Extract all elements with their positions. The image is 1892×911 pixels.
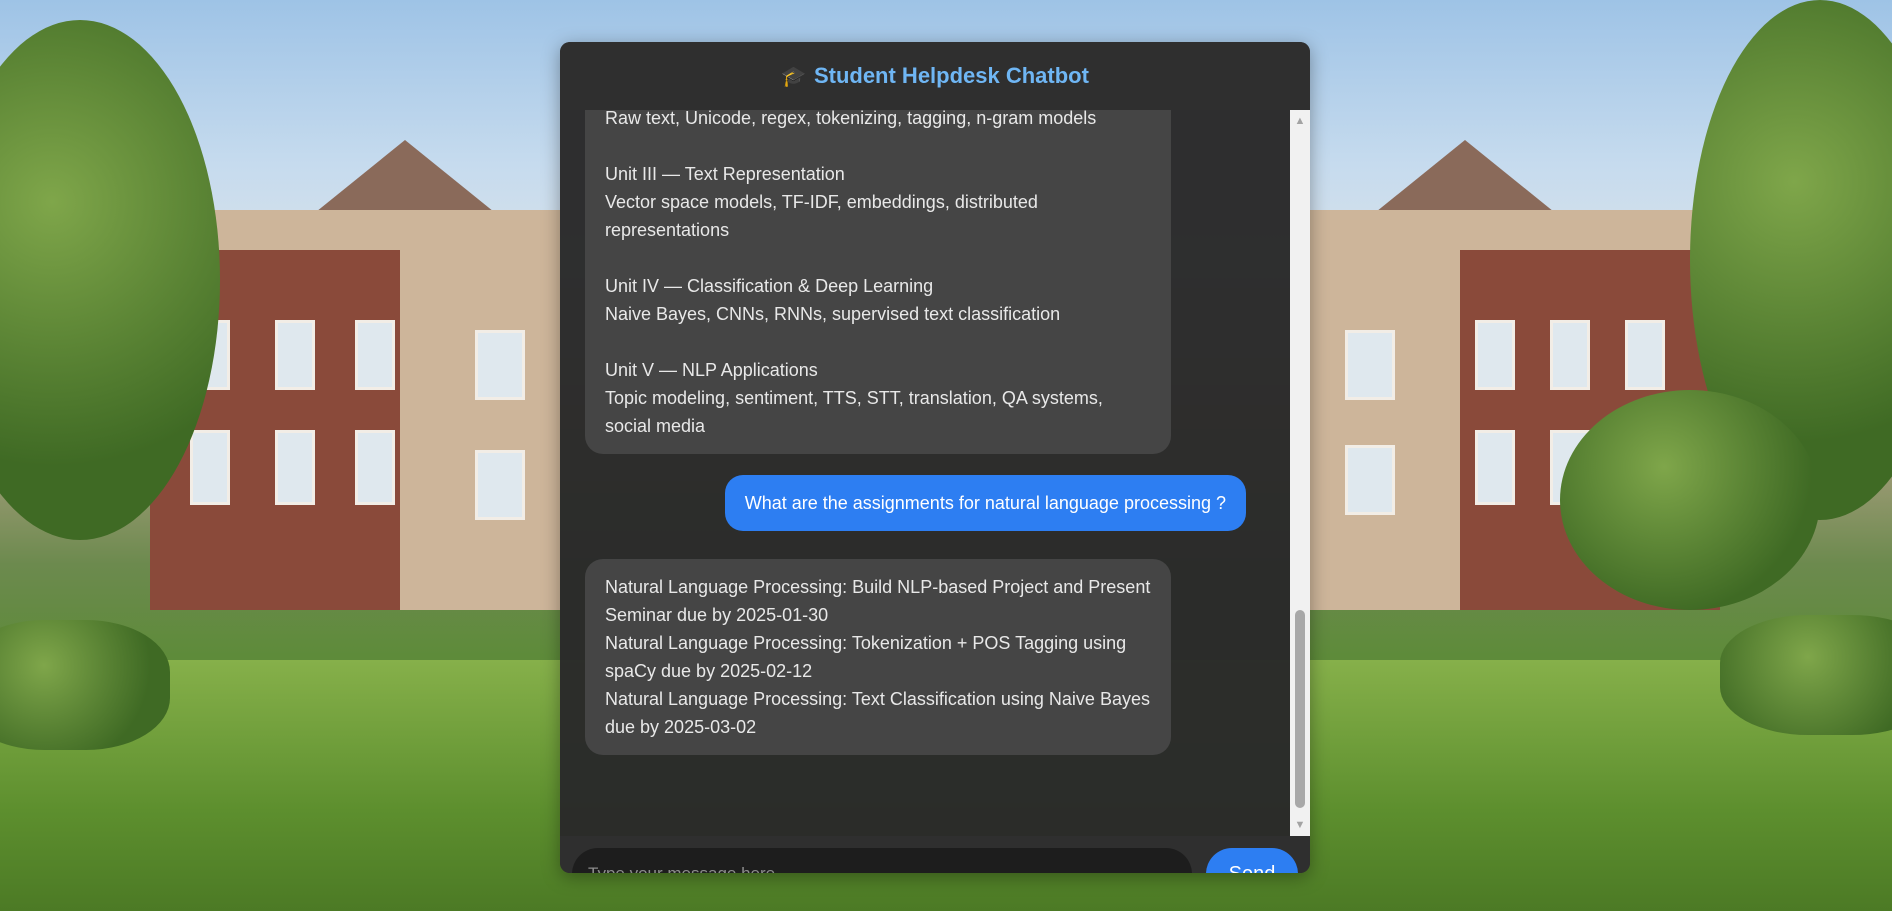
scrollbar[interactable]: ▲ ▼ bbox=[1290, 110, 1310, 836]
scroll-up-arrow-icon[interactable]: ▲ bbox=[1290, 112, 1310, 130]
bot-message: Raw text, Unicode, regex, tokenizing, ta… bbox=[585, 110, 1171, 454]
send-button[interactable]: Send bbox=[1206, 848, 1298, 873]
input-bar: Send bbox=[560, 836, 1310, 873]
chat-window: 🎓 Student Helpdesk Chatbot Raw text, Uni… bbox=[560, 42, 1310, 873]
graduation-cap-icon: 🎓 bbox=[781, 65, 806, 88]
scroll-down-arrow-icon[interactable]: ▼ bbox=[1290, 816, 1310, 834]
message-list[interactable]: Raw text, Unicode, regex, tokenizing, ta… bbox=[560, 110, 1310, 836]
scrollbar-thumb[interactable] bbox=[1295, 610, 1305, 808]
chat-title: Student Helpdesk Chatbot bbox=[813, 63, 1089, 88]
chat-header: 🎓 Student Helpdesk Chatbot bbox=[560, 42, 1310, 110]
message-input[interactable] bbox=[572, 848, 1192, 873]
bot-message: Natural Language Processing: Build NLP-b… bbox=[585, 559, 1171, 755]
user-message: What are the assignments for natural lan… bbox=[724, 475, 1246, 531]
